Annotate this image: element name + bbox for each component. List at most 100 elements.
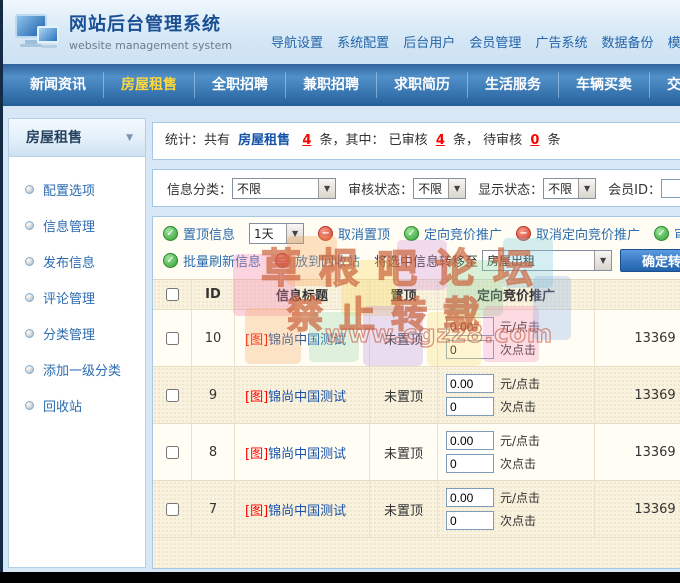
list-panel: ✓ 置顶信息 1天 ▼ − 取消置顶 ✓ 定向竞价推广 − 取消定向竞价推广 ✓… <box>152 216 680 569</box>
row-checkbox[interactable] <box>165 388 179 402</box>
dropdown-arrow-icon: ▼ <box>578 178 596 198</box>
filter-display-value: 不限 <box>548 181 573 196</box>
sidebar-item-config-options[interactable]: 配置选项 <box>9 171 145 207</box>
batch-refresh-label: 批量刷新信息 <box>183 255 262 270</box>
sidebar-item-comment-mgmt[interactable]: 评论管理 <box>9 279 145 315</box>
sidebar-item-category-mgmt[interactable]: 分类管理 <box>9 315 145 351</box>
sidebar-item-label: 回收站 <box>43 399 83 415</box>
filter-audit-value: 不限 <box>418 181 443 196</box>
top-nav-item-data-backup[interactable]: 数据备份 <box>602 32 654 51</box>
filter-category-label: 信息分类： <box>167 182 233 198</box>
batch-refresh-button[interactable]: ✓ 批量刷新信息 <box>163 251 261 270</box>
top-nav-item-ad-system[interactable]: 广告系统 <box>535 32 587 51</box>
app-title: 网站后台管理系统 <box>69 14 221 35</box>
top-nav-item-system-config[interactable]: 系统配置 <box>337 32 389 51</box>
tab-life-services[interactable]: 生活服务 <box>467 72 558 98</box>
chevron-down-icon: ▼ <box>126 133 133 143</box>
confirm-transfer-button[interactable]: 确定转移 <box>620 249 680 272</box>
check-circle-icon: ✓ <box>163 226 178 241</box>
row-id: 10 <box>192 310 235 366</box>
dropdown-arrow-icon: ▼ <box>318 178 336 198</box>
app-header: 网站后台管理系统 website management system 导航设置 … <box>3 0 680 64</box>
clicks-unit-label: 次点击 <box>500 343 537 357</box>
sidebar-item-add-category[interactable]: 添加一级分类 <box>9 351 145 387</box>
pin-days-value: 1天 <box>254 227 274 241</box>
price-unit-label: 元/点击 <box>500 377 541 391</box>
price-per-click-input[interactable] <box>446 374 494 393</box>
minus-circle-icon: − <box>318 226 334 241</box>
stats-approved-count: 4 <box>435 133 445 148</box>
dropdown-arrow-icon: ▼ <box>286 224 304 243</box>
pin-days-select[interactable]: 1天 ▼ <box>249 223 305 244</box>
row-timestamp: 13369 <box>634 387 676 403</box>
top-nav-item-admin-users[interactable]: 后台用户 <box>403 32 455 51</box>
stats-bar: 统计：共有 房屋租售 4 条，其中： 已审核 4 条， 待审核 0 条 <box>152 122 680 160</box>
sidebar-item-publish-info[interactable]: 发布信息 <box>9 243 145 279</box>
top-nav-item-member-mgmt[interactable]: 会员管理 <box>469 32 521 51</box>
monitor-base <box>20 44 42 47</box>
filter-audit-select[interactable]: 不限 ▼ <box>413 177 467 199</box>
transfer-target-value: 房屋出租 <box>487 254 536 268</box>
stats-text: 条 <box>547 133 561 148</box>
pin-info-button[interactable]: ✓ 置顶信息 <box>163 224 235 243</box>
toolbar-row-1: ✓ 置顶信息 1天 ▼ − 取消置顶 ✓ 定向竞价推广 − 取消定向竞价推广 ✓… <box>153 217 680 246</box>
cancel-promo-button[interactable]: − 取消定向竞价推广 <box>516 224 640 243</box>
info-table: ID 信息标题 置顶 定向竞价推广 10 [图] 锦尚中国测试 未置顶 0.00… <box>153 279 680 568</box>
info-title-link[interactable]: 锦尚中国测试 <box>268 386 346 405</box>
info-title-link[interactable]: 锦尚中国测试 <box>268 443 346 462</box>
tab-vehicles[interactable]: 车辆买卖 <box>558 72 649 98</box>
table-row: 7 [图] 锦尚中国测试 未置顶 元/点击 次点击 13369 <box>153 481 680 538</box>
tab-housing[interactable]: 房屋租售 <box>103 72 194 98</box>
bullet-icon <box>25 400 34 410</box>
promo-button[interactable]: ✓ 定向竞价推广 <box>404 224 502 243</box>
bullet-icon <box>25 292 34 302</box>
top-nav-item-template-mgmt[interactable]: 模板管理 <box>668 32 680 51</box>
row-checkbox[interactable] <box>165 502 179 516</box>
row-checkbox[interactable] <box>165 445 179 459</box>
toolbar-row-2: ✓ 批量刷新信息 − 放到回收站 将选中信息转移至 房屋出租 ▼ 确定转移 <box>153 246 680 275</box>
info-title-link[interactable]: 锦尚中国测试 <box>268 500 346 519</box>
image-tag: [图] <box>245 389 269 405</box>
tab-parttime-jobs[interactable]: 兼职招聘 <box>285 72 376 98</box>
click-count-input[interactable] <box>446 454 494 473</box>
price-per-click-input[interactable] <box>446 488 494 507</box>
filter-display-select[interactable]: 不限 ▼ <box>543 177 597 199</box>
app-logo-icon <box>15 12 61 52</box>
sidebar-item-label: 添加一级分类 <box>43 363 122 379</box>
audit-info-button[interactable]: ✓ 审核信息 <box>654 224 680 243</box>
top-nav-item-nav-settings[interactable]: 导航设置 <box>271 32 323 51</box>
col-header-promo: 定向竞价推广 <box>438 280 595 309</box>
member-id-input[interactable] <box>660 178 680 198</box>
filter-display-label: 显示状态： <box>478 182 544 198</box>
click-count-input[interactable] <box>446 340 494 359</box>
sidebar-header[interactable]: 房屋租售 ▼ <box>9 119 145 157</box>
move-to-recycle-button[interactable]: − 放到回收站 <box>275 251 360 270</box>
monitor-small-base <box>41 45 57 48</box>
sidebar-item-recycle-bin[interactable]: 回收站 <box>9 387 145 423</box>
clicks-unit-label: 次点击 <box>500 457 537 471</box>
tab-fulltime-jobs[interactable]: 全职招聘 <box>194 72 285 98</box>
tab-dating[interactable]: 交友活动 <box>649 72 680 98</box>
sidebar-item-label: 发布信息 <box>43 255 96 271</box>
col-header-time <box>595 280 680 309</box>
tab-resumes[interactable]: 求职简历 <box>376 72 467 98</box>
image-tag: [图] <box>245 332 269 348</box>
transfer-target-select[interactable]: 房屋出租 ▼ <box>482 250 613 271</box>
module-nav: 新闻资讯 房屋租售 全职招聘 兼职招聘 求职简历 生活服务 车辆买卖 交友活动 <box>3 64 680 106</box>
filter-category-select[interactable]: 不限 ▼ <box>232 177 337 199</box>
check-circle-icon: ✓ <box>163 253 178 268</box>
click-count-input[interactable] <box>446 511 494 530</box>
info-title-link[interactable]: 锦尚中国测试 <box>268 329 346 348</box>
table-row: 10 [图] 锦尚中国测试 未置顶 元/点击 次点击 13369 <box>153 310 680 367</box>
promo-label: 定向竞价推广 <box>424 228 503 243</box>
row-checkbox[interactable] <box>165 331 179 345</box>
price-per-click-input[interactable] <box>446 317 494 336</box>
sidebar-item-label: 评论管理 <box>43 291 96 307</box>
click-count-input[interactable] <box>446 397 494 416</box>
price-per-click-input[interactable] <box>446 431 494 450</box>
col-header-id: ID <box>192 280 235 309</box>
tab-news[interactable]: 新闻资讯 <box>13 72 103 98</box>
unpin-button[interactable]: − 取消置顶 <box>318 224 390 243</box>
sidebar-item-info-mgmt[interactable]: 信息管理 <box>9 207 145 243</box>
select-all-checkbox[interactable] <box>165 288 179 301</box>
